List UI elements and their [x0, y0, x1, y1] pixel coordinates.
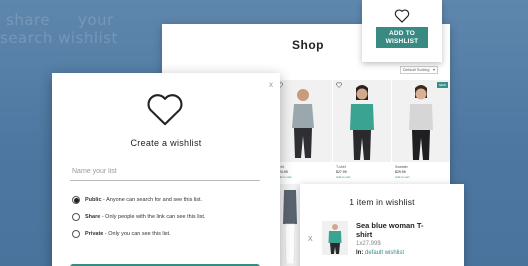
product-name: Sweater [395, 165, 408, 169]
sort-select-label: Default Sorting [403, 67, 430, 72]
sort-select[interactable]: Default Sorting ▾ [400, 66, 438, 74]
radio-private[interactable] [72, 230, 80, 238]
bg-word-your: your [78, 11, 114, 29]
product-price: $27.99 [336, 170, 347, 174]
wishlist-item-name[interactable]: Sea blue woman T-shirt [356, 221, 436, 239]
option-key: Share [85, 214, 101, 220]
wishlist-panel: 1 item in wishlist X Sea blue woman T-sh… [300, 184, 464, 266]
heart-icon[interactable] [394, 9, 410, 23]
product-grid: Shirt $24.99 Add to cart T-shirt $27.99 … [274, 80, 450, 184]
product-image[interactable] [392, 80, 450, 162]
add-to-cart-link[interactable]: Add to cart [395, 175, 410, 179]
product-image[interactable] [333, 80, 391, 162]
product-image [280, 184, 300, 266]
new-badge: NEW [437, 82, 448, 88]
product-image[interactable] [274, 80, 332, 162]
modal-title: Create a wishlist [130, 138, 202, 148]
option-key: Private [85, 231, 104, 237]
product-price: $29.99 [395, 170, 406, 174]
option-desc: - Anyone can search for and see this lis… [101, 197, 203, 203]
radio-public[interactable] [72, 196, 80, 204]
remove-item-button[interactable]: X [308, 236, 313, 243]
bg-word-search: search wishlist [0, 29, 118, 47]
add-to-wishlist-popover: ADD TO WISHLIST [362, 0, 442, 62]
heart-icon[interactable] [336, 82, 342, 88]
wishlist-item-qty-price: 1x27,99$ [356, 241, 381, 247]
product-name: T-shirt [336, 165, 346, 169]
close-icon[interactable]: x [269, 80, 273, 89]
wishlist-link[interactable]: default wishlist [365, 250, 404, 256]
visibility-option-public[interactable]: Public - Anyone can search for and see t… [72, 195, 202, 205]
radio-share[interactable] [72, 213, 80, 221]
wishlist-name-input[interactable] [70, 163, 260, 181]
chevron-down-icon: ▾ [432, 67, 435, 72]
product-card[interactable]: NEW Sweater $29.99 Add to cart [392, 80, 450, 184]
visibility-option-share[interactable]: Share - Only people with the link can se… [72, 212, 205, 222]
option-key: Public [85, 197, 102, 203]
option-desc: - Only you can see this list. [103, 231, 171, 237]
wishlist-item-list: In: default wishlist [356, 250, 404, 256]
create-wishlist-modal: x Create a wishlist Public - Anyone can … [52, 73, 280, 266]
add-to-cart-link[interactable]: Add to cart [336, 175, 351, 179]
bg-word-share: share [6, 11, 51, 29]
product-card[interactable]: Shirt $24.99 Add to cart [274, 80, 332, 184]
wishlist-item-image[interactable] [322, 221, 348, 255]
product-card[interactable]: T-shirt $27.99 Add to cart [333, 80, 391, 184]
option-desc: - Only people with the link can see this… [100, 214, 206, 220]
visibility-option-private[interactable]: Private - Only you can see this list. [72, 229, 171, 239]
wishlist-title: 1 item in wishlist [349, 197, 415, 207]
in-label: In: [356, 250, 364, 256]
add-to-wishlist-button[interactable]: ADD TO WISHLIST [376, 27, 428, 48]
heart-icon [147, 94, 183, 126]
